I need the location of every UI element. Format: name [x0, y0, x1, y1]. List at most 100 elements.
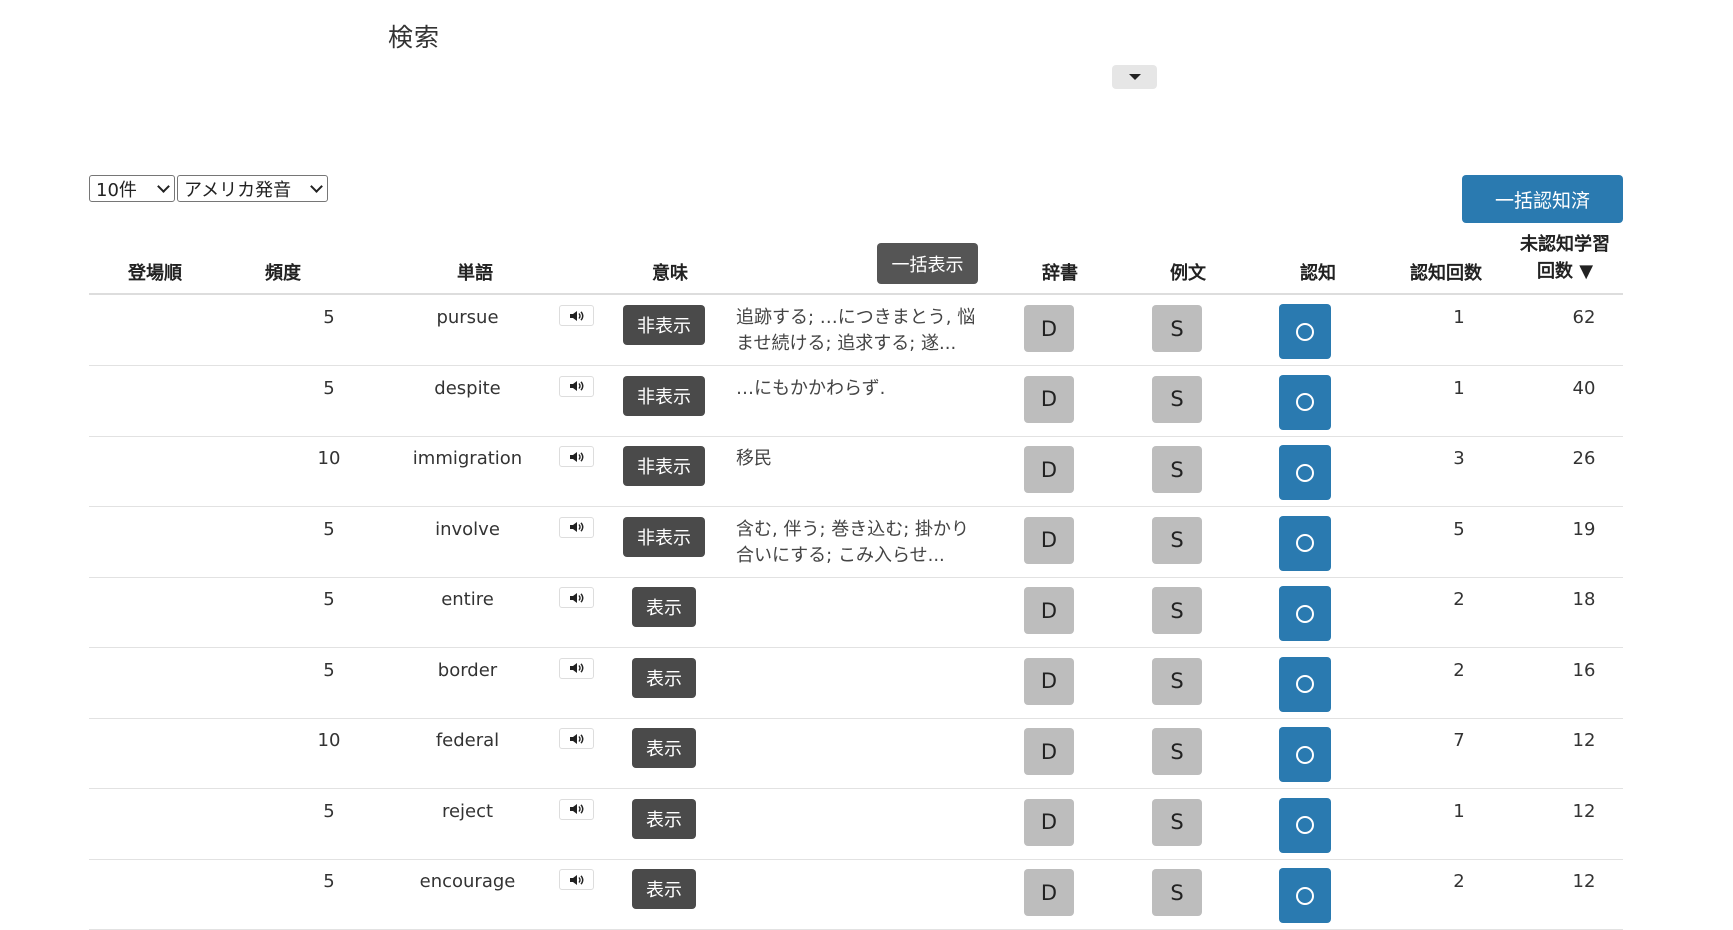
- column-header-order[interactable]: 登場順: [110, 259, 200, 285]
- circle-icon: [1296, 675, 1314, 693]
- hide-meaning-button[interactable]: 非表示: [623, 375, 705, 416]
- dictionary-button[interactable]: D: [1024, 587, 1074, 634]
- collapse-toggle-button[interactable]: [1112, 65, 1157, 89]
- show-meaning-button[interactable]: 表示: [632, 869, 696, 909]
- dictionary-button[interactable]: D: [1024, 446, 1074, 493]
- play-audio-button[interactable]: [559, 587, 594, 608]
- column-header-example: 例文: [1170, 263, 1206, 284]
- play-audio-button[interactable]: [559, 305, 594, 326]
- mark-known-button[interactable]: [1279, 727, 1331, 782]
- dictionary-button[interactable]: D: [1024, 728, 1074, 775]
- chevron-down-icon: [310, 179, 323, 193]
- play-audio-button[interactable]: [559, 375, 594, 397]
- caret-down-icon: [1128, 74, 1141, 80]
- word-cell: entire: [441, 589, 494, 610]
- bulk-known-button[interactable]: 一括認知済: [1462, 175, 1623, 223]
- speaker-icon: [569, 310, 583, 321]
- know-count-cell: 2: [1453, 659, 1465, 681]
- mark-known-button[interactable]: [1279, 445, 1331, 500]
- show-meaning-button[interactable]: 表示: [632, 798, 696, 839]
- speaker-icon: [569, 874, 583, 885]
- unknown-count-cell: 62: [1572, 307, 1596, 328]
- example-sentence-button[interactable]: S: [1152, 869, 1202, 916]
- count-select[interactable]: 10件: [89, 175, 175, 202]
- play-audio-button[interactable]: [559, 798, 594, 820]
- count-select-value: 10件: [96, 179, 137, 201]
- example-sentence-button[interactable]: S: [1152, 516, 1202, 564]
- show-meaning-button[interactable]: 表示: [632, 587, 696, 627]
- unknown-count-cell: 19: [1572, 518, 1596, 540]
- dictionary-button[interactable]: D: [1024, 305, 1074, 352]
- dictionary-button[interactable]: D: [1024, 869, 1074, 916]
- column-header-frequency[interactable]: 頻度: [243, 259, 323, 285]
- example-sentence-button[interactable]: S: [1152, 446, 1202, 493]
- meaning-cell: 追跡する; …につきまとう, 悩ませ続ける; 追求する; 遂...: [736, 307, 976, 354]
- unknown-count-cell: 12: [1572, 730, 1596, 751]
- circle-icon: [1296, 322, 1314, 341]
- word-cell: border: [437, 659, 498, 681]
- mark-known-button[interactable]: [1279, 304, 1331, 359]
- play-audio-button[interactable]: [559, 728, 594, 749]
- column-header-word[interactable]: 単語: [430, 259, 520, 285]
- dictionary-button[interactable]: D: [1024, 375, 1074, 423]
- table-row: 5 encourage 表示 D S 2 12: [89, 859, 1623, 930]
- unknown-count-cell: 12: [1572, 800, 1596, 822]
- speaker-icon: [569, 663, 583, 673]
- column-header-know: 認知: [1300, 263, 1336, 284]
- frequency-cell: 5: [323, 871, 335, 892]
- voice-select[interactable]: アメリカ発音: [177, 175, 328, 202]
- mark-known-button[interactable]: [1279, 515, 1331, 571]
- column-header-know-count[interactable]: 認知回数: [1391, 259, 1501, 285]
- example-sentence-button[interactable]: S: [1152, 728, 1202, 775]
- frequency-cell: 5: [323, 800, 335, 822]
- mark-known-button[interactable]: [1279, 656, 1331, 712]
- circle-icon: [1296, 393, 1314, 411]
- mark-known-button[interactable]: [1279, 868, 1331, 923]
- example-sentence-button[interactable]: S: [1152, 657, 1202, 705]
- word-cell: pursue: [436, 307, 499, 328]
- mark-known-button[interactable]: [1279, 374, 1331, 430]
- example-sentence-button[interactable]: S: [1152, 375, 1202, 423]
- example-sentence-button[interactable]: S: [1152, 305, 1202, 352]
- mark-known-button[interactable]: [1279, 797, 1331, 853]
- know-count-cell: 7: [1453, 730, 1465, 751]
- column-header-dictionary: 辞書: [1042, 263, 1078, 284]
- dictionary-button[interactable]: D: [1024, 798, 1074, 846]
- bulk-show-button[interactable]: 一括表示: [877, 243, 978, 284]
- example-sentence-button[interactable]: S: [1152, 587, 1202, 634]
- meaning-cell: 含む, 伴う; 巻き込む; 掛かり合いにする; こみ入らせ...: [736, 518, 970, 566]
- play-audio-button[interactable]: [559, 446, 594, 467]
- circle-icon: [1296, 886, 1314, 905]
- column-header-unknown-count[interactable]: 未認知学習回数 ▼: [1515, 231, 1615, 285]
- hide-meaning-button[interactable]: 非表示: [623, 446, 705, 486]
- show-meaning-button[interactable]: 表示: [632, 728, 696, 768]
- know-count-cell: 2: [1453, 871, 1465, 892]
- play-audio-button[interactable]: [559, 516, 594, 538]
- dictionary-button[interactable]: D: [1024, 657, 1074, 705]
- speaker-icon: [569, 804, 583, 814]
- play-audio-button[interactable]: [559, 869, 594, 890]
- hide-meaning-button[interactable]: 非表示: [623, 516, 705, 557]
- hide-meaning-button[interactable]: 非表示: [623, 305, 705, 345]
- know-count-cell: 1: [1453, 307, 1465, 328]
- circle-icon: [1296, 534, 1314, 552]
- meaning-cell: 移民: [736, 448, 772, 469]
- circle-icon: [1296, 816, 1314, 834]
- meaning-cell: …にもかかわらず.: [736, 377, 886, 399]
- table-row: 5 pursue 非表示 追跡する; …につきまとう, 悩ませ続ける; 追求する; 遂…: [89, 295, 1623, 366]
- speaker-icon: [569, 451, 583, 462]
- speaker-icon: [569, 733, 583, 744]
- dictionary-button[interactable]: D: [1024, 516, 1074, 564]
- table-row: 5 border 表示 D S 2 16: [89, 648, 1623, 719]
- unknown-count-cell: 40: [1572, 377, 1596, 399]
- show-meaning-button[interactable]: 表示: [632, 657, 696, 698]
- play-audio-button[interactable]: [559, 657, 594, 679]
- example-sentence-button[interactable]: S: [1152, 798, 1202, 846]
- mark-known-button[interactable]: [1279, 586, 1331, 641]
- frequency-cell: 10: [317, 448, 341, 469]
- voice-select-value: アメリカ発音: [184, 179, 292, 201]
- chevron-down-icon: [157, 179, 170, 193]
- speaker-icon: [569, 522, 583, 532]
- table-row: 5 entire 表示 D S 2 18: [89, 577, 1623, 648]
- know-count-cell: 1: [1453, 800, 1465, 822]
